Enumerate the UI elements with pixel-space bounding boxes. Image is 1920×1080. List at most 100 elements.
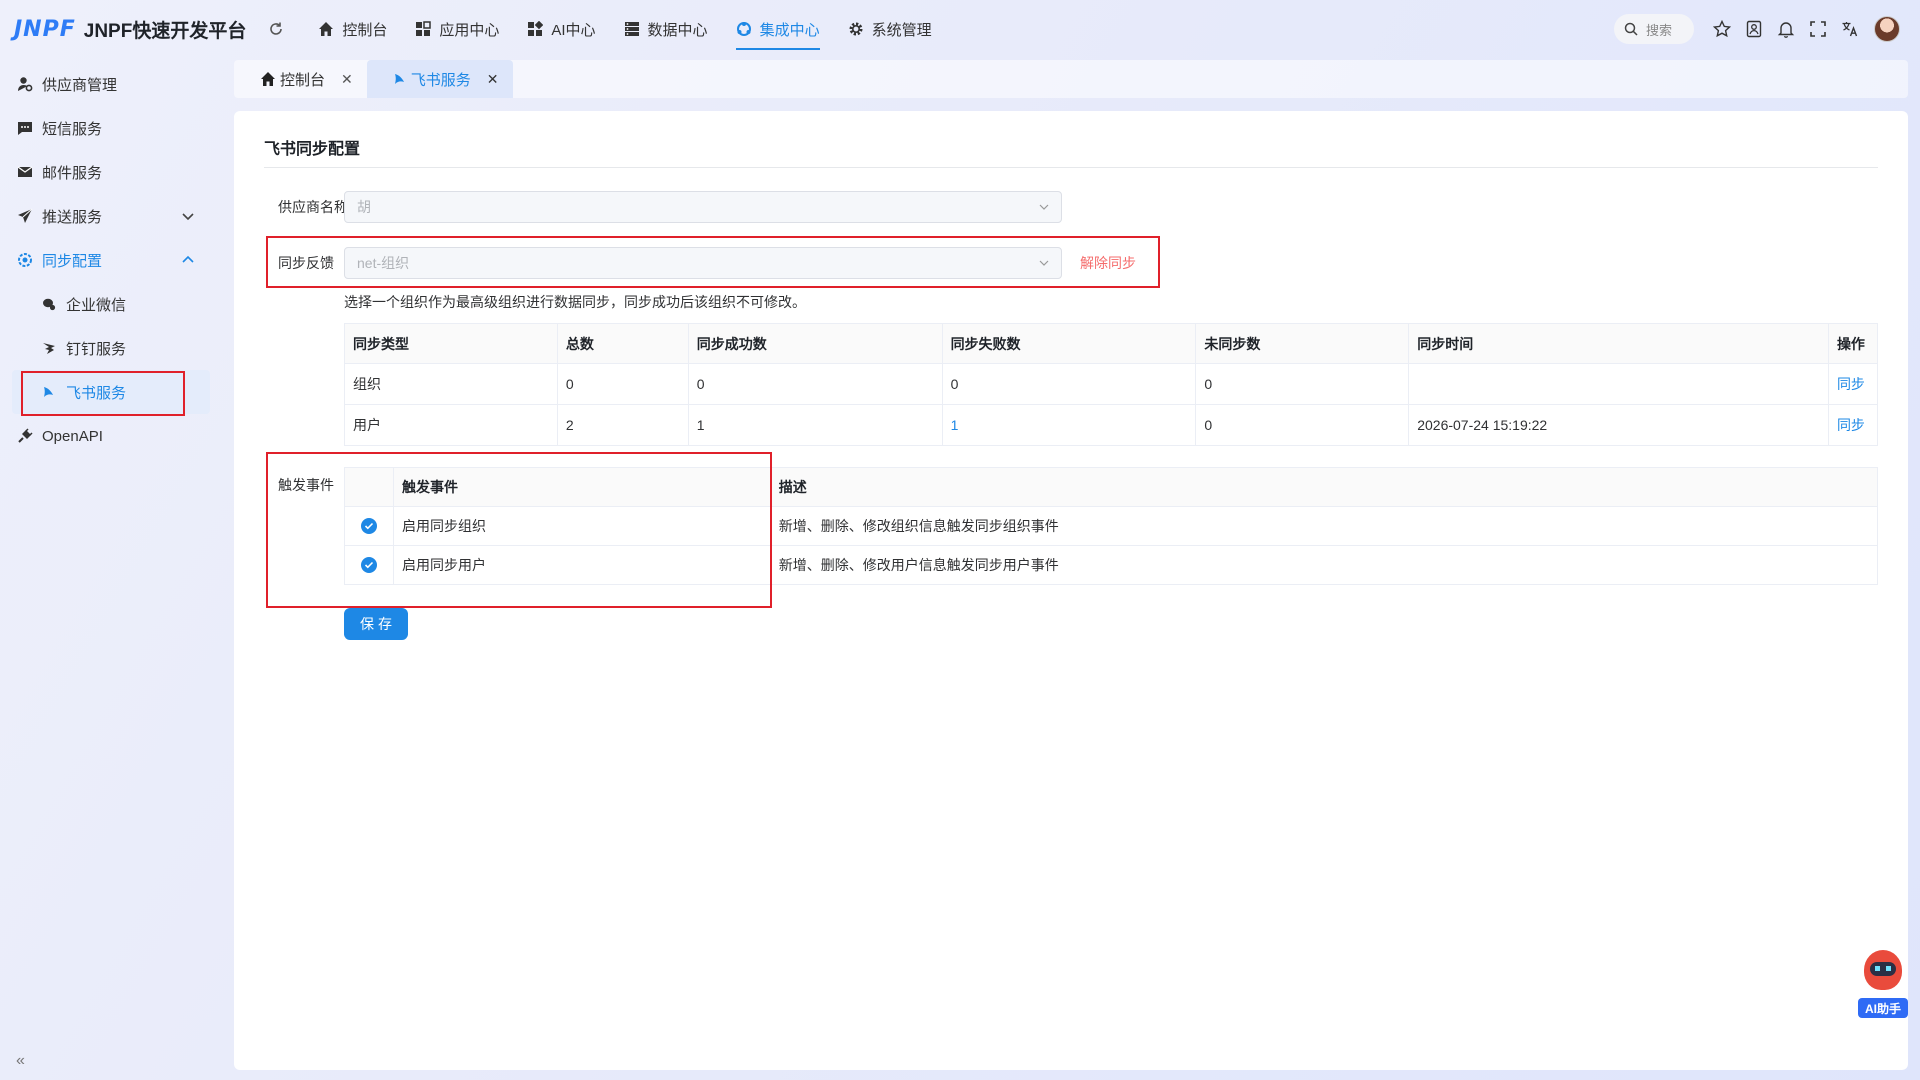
- ai-assistant-button[interactable]: AI助手: [1856, 950, 1910, 1020]
- nav-item-label: 集成中心: [759, 21, 820, 39]
- close-icon[interactable]: ✕: [487, 71, 499, 88]
- unsync-link[interactable]: 解除同步: [1080, 253, 1136, 273]
- nav-item-label: AI中心: [551, 21, 596, 39]
- plug-icon: [16, 427, 34, 445]
- checkbox-header: [344, 467, 394, 507]
- tab-console[interactable]: 控制台 ✕: [234, 60, 367, 98]
- mail-icon: [16, 163, 34, 181]
- sidebar-item-openapi[interactable]: OpenAPI: [0, 414, 222, 458]
- events-label: 触发事件: [278, 477, 334, 493]
- table-row: 用户 2 1 1 0 2026-07-24 15:19:22 同步: [344, 404, 1879, 446]
- column-header: 操作: [1827, 323, 1879, 364]
- search-input[interactable]: 搜索: [1614, 14, 1694, 44]
- grid-icon: [415, 21, 432, 37]
- sidebar-item-label: 短信服务: [42, 120, 103, 138]
- robot-icon: [1864, 950, 1902, 990]
- save-button[interactable]: 保存: [344, 608, 408, 640]
- events-table: 触发事件 描述 启用同步组织 新增、删除、修改组织信息触发同步组织事件 启用同步…: [344, 467, 1879, 585]
- divider: [264, 167, 1878, 168]
- cell-total: 0: [556, 363, 689, 405]
- top-bar: JNPF JNPF快速开发平台 控制台 应用中心 AI中心 数据中心 集成中心 …: [0, 0, 1920, 58]
- sidebar-item-dingtalk[interactable]: 钉钉服务: [0, 326, 222, 370]
- avatar[interactable]: [1874, 16, 1900, 42]
- sync-button[interactable]: 同步: [1827, 363, 1879, 405]
- sidebar-item-label: 供应商管理: [42, 76, 118, 94]
- dingtalk-icon: [40, 339, 58, 357]
- tab-feishu[interactable]: 飞书服务 ✕: [366, 60, 513, 98]
- sidebar-item-sms-service[interactable]: 短信服务: [0, 106, 222, 150]
- supplier-value: 胡: [357, 199, 371, 215]
- page-title: 飞书同步配置: [264, 141, 361, 158]
- close-icon[interactable]: ✕: [341, 71, 353, 88]
- nav-item-app-center[interactable]: 应用中心: [401, 0, 513, 58]
- cell-total: 2: [556, 404, 689, 446]
- column-header: 触发事件: [392, 467, 771, 507]
- nav-item-data-center[interactable]: 数据中心: [610, 0, 722, 58]
- home-icon: [318, 21, 334, 37]
- sync-table: 同步类型 总数 同步成功数 同步失败数 未同步数 同步时间 操作 组织 0 0 …: [344, 323, 1879, 446]
- cell-event-desc: 新增、删除、修改组织信息触发同步组织事件: [769, 506, 1879, 546]
- checkbox-checked[interactable]: [360, 518, 377, 534]
- chevron-down-icon: [1039, 260, 1049, 266]
- sidebar-item-label: 企业微信: [66, 296, 127, 314]
- sidebar-item-push-service[interactable]: 推送服务: [0, 194, 222, 238]
- cell-failed: 0: [941, 363, 1197, 405]
- column-header: 总数: [556, 323, 689, 364]
- nav-item-system-management[interactable]: 系统管理: [834, 0, 946, 58]
- sidebar-item-supplier-management[interactable]: 供应商管理: [0, 62, 222, 106]
- app-logo[interactable]: JNPF JNPF快速开发平台: [14, 0, 246, 58]
- table-row: 组织 0 0 0 0 同步: [344, 363, 1879, 405]
- table-row: 启用同步组织 新增、删除、修改组织信息触发同步组织事件: [344, 506, 1879, 546]
- sidebar-item-wecom[interactable]: 企业微信: [0, 282, 222, 326]
- star-icon[interactable]: [1706, 13, 1738, 45]
- cell-failed-link[interactable]: 1: [941, 404, 1197, 446]
- column-header: 未同步数: [1195, 323, 1410, 364]
- checkbox-cell: [344, 506, 394, 546]
- supplier-label: 供应商名称: [278, 199, 348, 215]
- home-icon: [260, 71, 276, 87]
- feishu-icon: [393, 72, 407, 86]
- search-placeholder: 搜索: [1646, 22, 1673, 38]
- nav-item-console[interactable]: 控制台: [304, 0, 401, 58]
- nav-item-integration-center[interactable]: 集成中心: [722, 0, 834, 58]
- cell-success: 1: [687, 404, 943, 446]
- cell-unsynced: 0: [1195, 363, 1410, 405]
- chevron-down-icon: [1039, 204, 1049, 210]
- sidebar: 供应商管理 短信服务 邮件服务 推送服务 同步配置 企业微信 钉钉服务 飞书服务…: [0, 62, 222, 1080]
- sidebar-item-label: 同步配置: [42, 252, 103, 270]
- cell-sync-type: 组织: [344, 363, 558, 405]
- ai-assistant-label: AI助手: [1858, 998, 1908, 1018]
- sidebar-item-sync-config[interactable]: 同步配置: [0, 238, 222, 282]
- nav-item-ai-center[interactable]: AI中心: [513, 0, 609, 58]
- column-header: 同步类型: [344, 323, 558, 364]
- cell-unsynced: 0: [1195, 404, 1410, 446]
- refresh-icon[interactable]: [266, 19, 286, 39]
- translate-icon[interactable]: [1834, 13, 1866, 45]
- tab-label: 控制台: [280, 71, 326, 89]
- fullscreen-icon[interactable]: [1802, 13, 1834, 45]
- nav-item-label: 应用中心: [439, 21, 500, 39]
- message-icon: [16, 119, 34, 137]
- sidebar-item-label: 推送服务: [42, 208, 103, 226]
- user-card-icon[interactable]: [1738, 13, 1770, 45]
- sync-button[interactable]: 同步: [1827, 404, 1879, 446]
- sidebar-item-mail-service[interactable]: 邮件服务: [0, 150, 222, 194]
- nav-item-label: 控制台: [342, 21, 388, 39]
- cell-event-desc: 新增、删除、修改用户信息触发同步用户事件: [769, 545, 1879, 585]
- sidebar-item-feishu[interactable]: 飞书服务: [12, 370, 210, 414]
- sync-hint: 选择一个组织作为最高级组织进行数据同步，同步成功后该组织不可修改。: [344, 294, 806, 310]
- bell-icon[interactable]: [1770, 13, 1802, 45]
- top-nav: 控制台 应用中心 AI中心 数据中心 集成中心 系统管理: [304, 0, 945, 58]
- cell-event-name: 启用同步用户: [392, 545, 771, 585]
- collapse-sidebar-icon[interactable]: «: [16, 1052, 25, 1070]
- column-header: 同步时间: [1408, 323, 1829, 364]
- supplier-select[interactable]: 胡: [344, 191, 1062, 223]
- table-row: 启用同步用户 新增、删除、修改用户信息触发同步用户事件: [344, 545, 1879, 585]
- checkbox-cell: [344, 545, 394, 585]
- send-icon: [16, 207, 34, 225]
- search-icon: [1624, 22, 1638, 36]
- gear-icon: [848, 21, 864, 37]
- cell-sync-time: 2026-07-24 15:19:22: [1408, 404, 1829, 446]
- checkbox-checked[interactable]: [360, 557, 377, 573]
- feedback-select[interactable]: net-组织: [344, 247, 1062, 279]
